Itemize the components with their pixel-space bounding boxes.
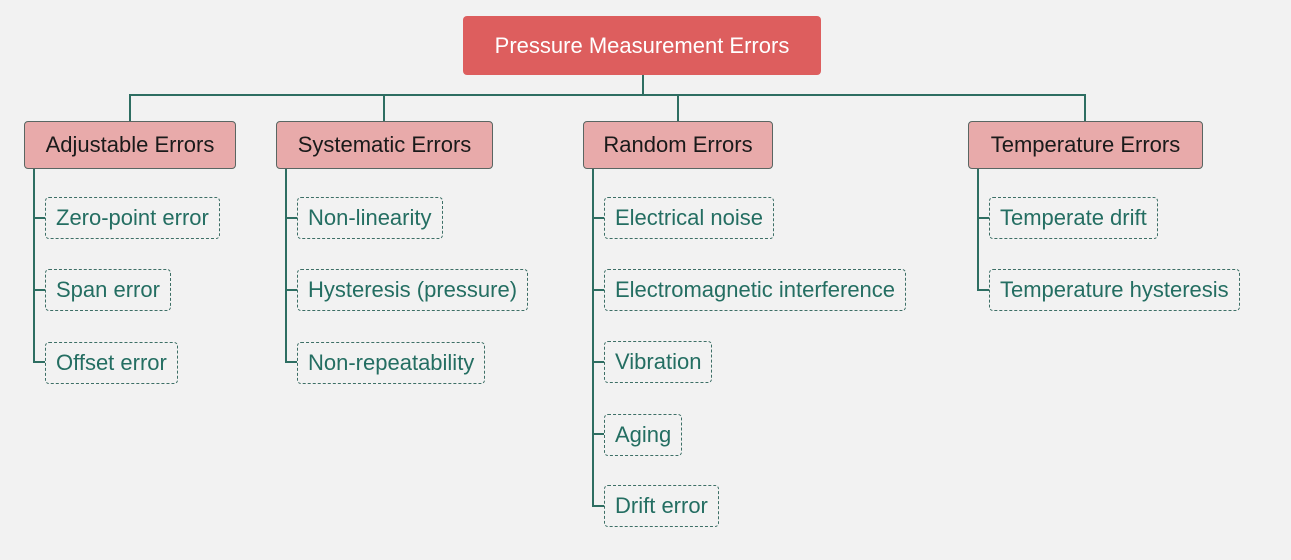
leaf-label: Aging — [615, 422, 672, 447]
category-random-errors[interactable]: Random Errors — [583, 121, 773, 169]
leaf-label: Span error — [56, 277, 160, 302]
connector-systematic — [383, 94, 385, 121]
leaf-non-linearity[interactable]: Non-linearity — [297, 197, 443, 239]
hook — [592, 505, 604, 507]
branch-temperature — [977, 169, 979, 291]
category-label: Temperature Errors — [990, 132, 1181, 157]
leaf-temperate-drift[interactable]: Temperate drift — [989, 197, 1158, 239]
leaf-hysteresis-pressure[interactable]: Hysteresis (pressure) — [297, 269, 529, 311]
hook — [977, 217, 989, 219]
root-node-label: Pressure Measurement Errors — [494, 32, 790, 58]
leaf-label: Non-linearity — [308, 205, 432, 230]
connector-random — [677, 94, 679, 121]
category-label: Adjustable Errors — [45, 132, 215, 157]
hook — [592, 361, 604, 363]
category-label: Systematic Errors — [297, 132, 472, 157]
leaf-zero-point-error[interactable]: Zero-point error — [45, 197, 220, 239]
leaf-offset-error[interactable]: Offset error — [45, 342, 178, 384]
hook — [592, 217, 604, 219]
hook — [285, 217, 297, 219]
hook — [592, 289, 604, 291]
category-adjustable-errors[interactable]: Adjustable Errors — [24, 121, 236, 169]
leaf-label: Non-repeatability — [308, 350, 475, 375]
category-bus — [130, 94, 1086, 96]
leaf-label: Electromagnetic interference — [615, 277, 896, 302]
leaf-non-repeatability[interactable]: Non-repeatability — [297, 342, 486, 384]
leaf-label: Hysteresis (pressure) — [308, 277, 518, 302]
leaf-label: Temperature hysteresis — [1000, 277, 1229, 302]
category-systematic-errors[interactable]: Systematic Errors — [276, 121, 493, 169]
root-connector — [642, 75, 644, 96]
leaf-aging[interactable]: Aging — [604, 414, 683, 456]
hook — [33, 217, 45, 219]
leaf-electrical-noise[interactable]: Electrical noise — [604, 197, 774, 239]
category-temperature-errors[interactable]: Temperature Errors — [968, 121, 1203, 169]
hook — [977, 289, 989, 291]
branch-systematic — [285, 169, 287, 363]
leaf-drift-error[interactable]: Drift error — [604, 485, 719, 527]
leaf-temperature-hysteresis[interactable]: Temperature hysteresis — [989, 269, 1240, 311]
hook — [33, 361, 45, 363]
category-label: Random Errors — [603, 132, 753, 157]
leaf-vibration[interactable]: Vibration — [604, 341, 713, 383]
leaf-label: Vibration — [615, 349, 702, 374]
leaf-label: Drift error — [615, 493, 708, 518]
hook — [285, 289, 297, 291]
leaf-span-error[interactable]: Span error — [45, 269, 171, 311]
leaf-label: Temperate drift — [1000, 205, 1147, 230]
hook — [592, 433, 604, 435]
connector-adjustable — [129, 94, 131, 121]
leaf-label: Offset error — [56, 350, 167, 375]
hook — [285, 361, 297, 363]
leaf-label: Zero-point error — [56, 205, 209, 230]
root-node[interactable]: Pressure Measurement Errors — [463, 16, 821, 75]
hook — [33, 289, 45, 291]
leaf-electromagnetic-interference[interactable]: Electromagnetic interference — [604, 269, 907, 311]
branch-adjustable — [33, 169, 35, 363]
connector-temperature — [1084, 94, 1086, 121]
leaf-label: Electrical noise — [615, 205, 763, 230]
branch-random — [592, 169, 594, 507]
